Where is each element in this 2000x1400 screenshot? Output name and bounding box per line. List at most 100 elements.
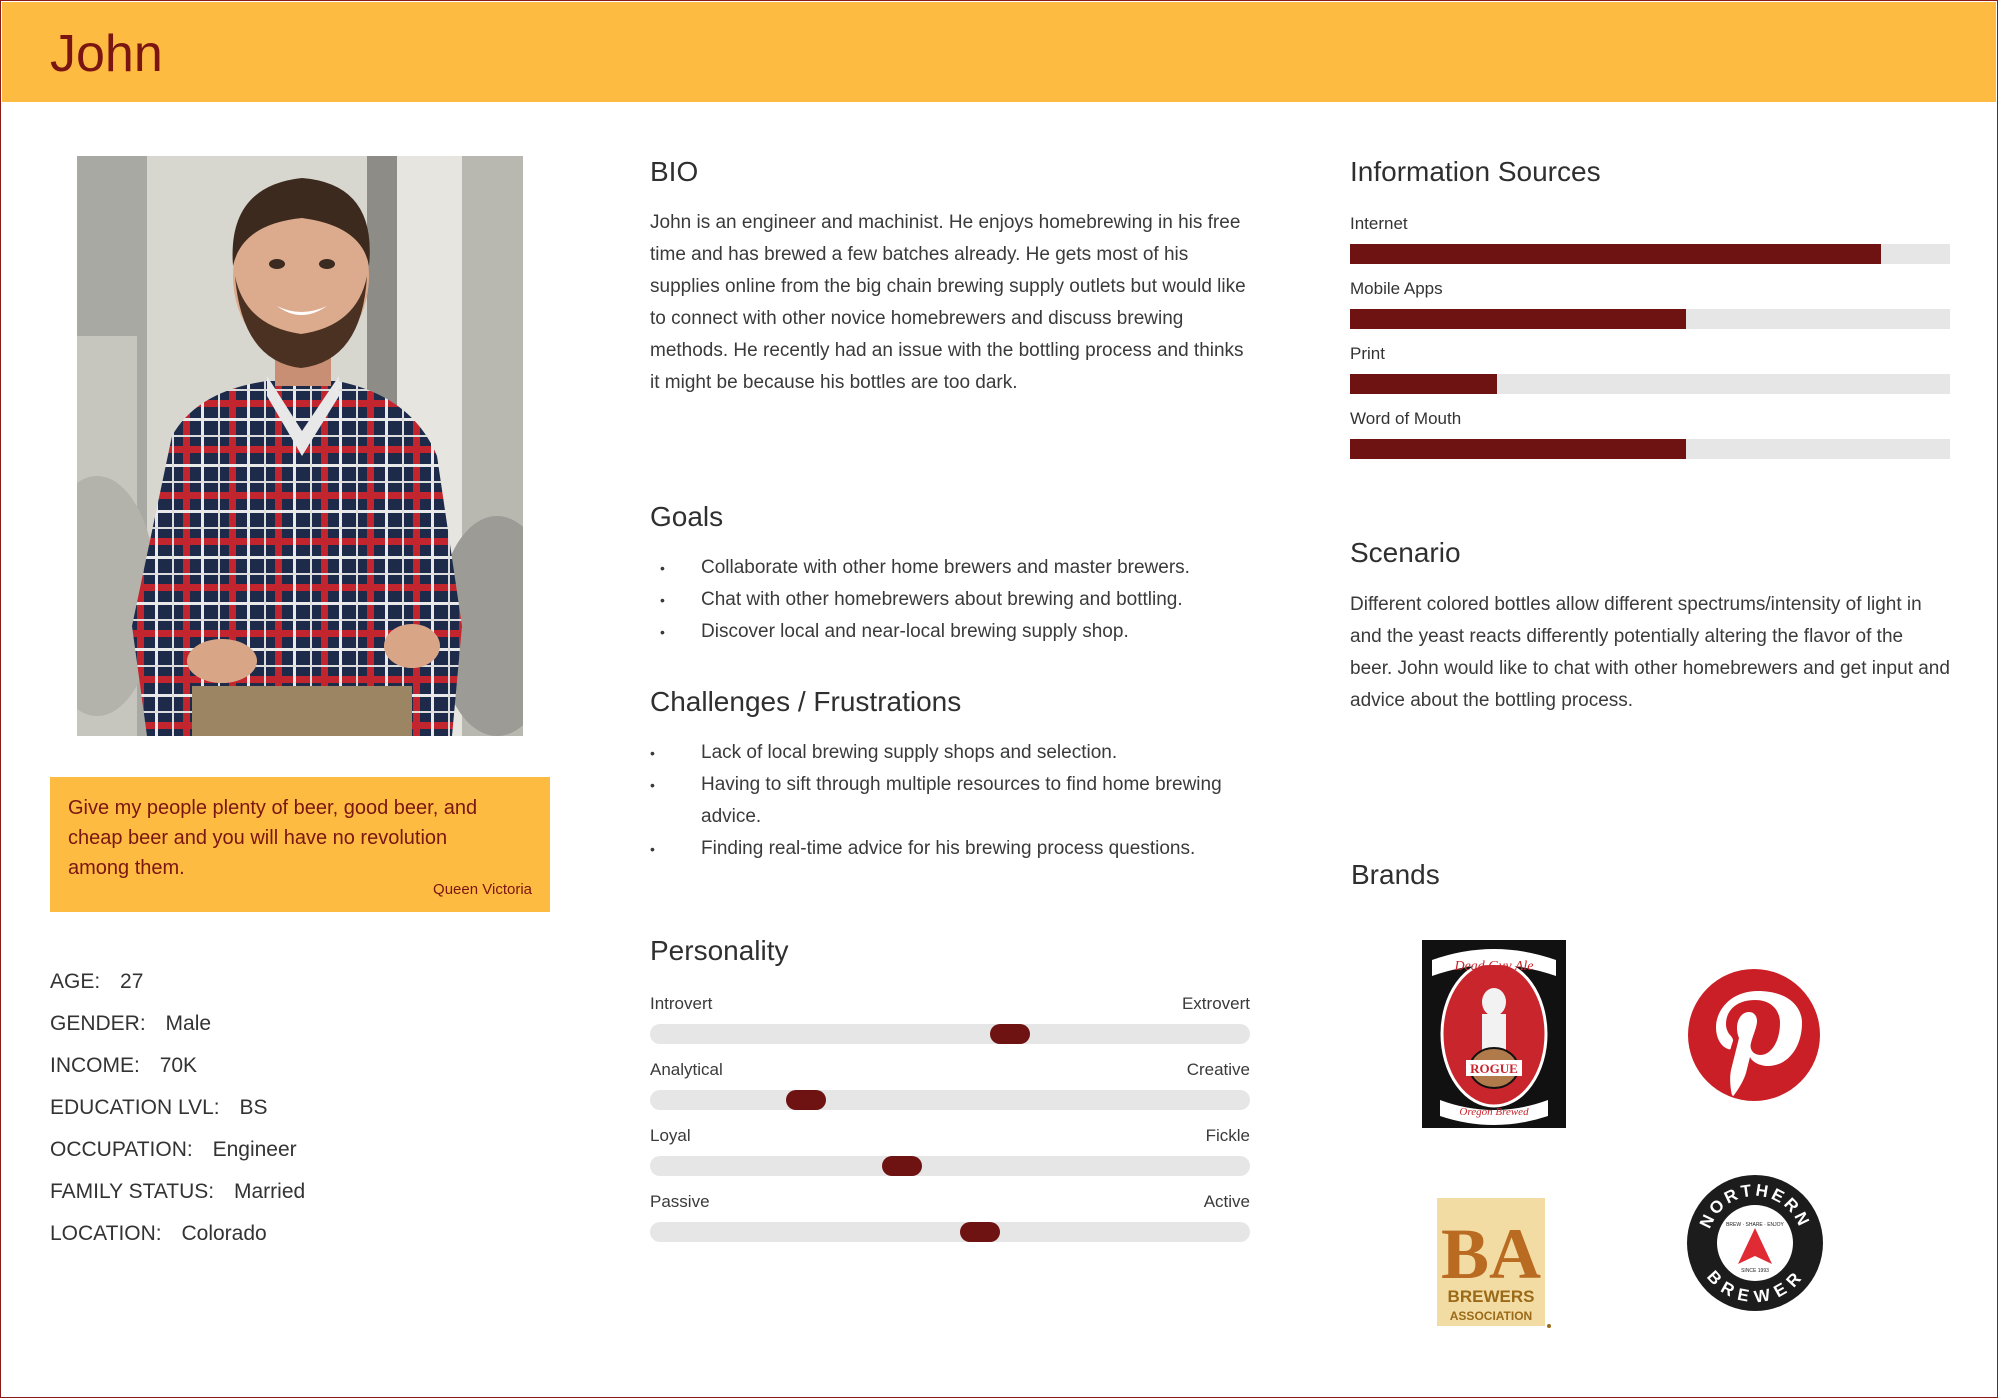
brewers-association-icon: BA BREWERS ASSOCIATION	[1437, 1198, 1551, 1328]
slider-right-label: Active	[1203, 1192, 1250, 1211]
info-source-label: Print	[1350, 344, 1385, 363]
slider-track	[650, 1024, 1250, 1044]
bullet-icon: •	[650, 841, 655, 857]
challenge-text: Lack of local brewing supply shops and s…	[701, 742, 1118, 763]
information-sources-title: Information Sources	[1350, 156, 1601, 187]
slider-left-label: Loyal	[650, 1126, 691, 1145]
info-source-track	[1350, 374, 1950, 394]
demographic-label: LOCATION:	[50, 1222, 162, 1245]
header-bar: John	[2, 2, 1996, 102]
info-source-bar	[1350, 244, 1881, 264]
rogue-logo: Dead Guy Ale ROGUE Oregon Brewed	[1422, 940, 1566, 1128]
challenge-text: Finding real-time advice for his brewing…	[701, 838, 1196, 859]
ba-line-2: ASSOCIATION	[1450, 1309, 1532, 1323]
brands-title: Brands	[1351, 859, 1440, 890]
goals-title: Goals	[650, 501, 724, 532]
demographic-income: INCOME: 70K	[50, 1054, 305, 1096]
bullet-icon: •	[660, 624, 665, 640]
bullet-icon: •	[650, 777, 655, 793]
bullet-icon: •	[650, 745, 655, 761]
bio-title: BIO	[650, 156, 699, 187]
info-source-label: Internet	[1350, 214, 1408, 233]
demographic-value: Married	[234, 1180, 306, 1203]
slider-left-label: Passive	[650, 1192, 710, 1211]
bullet-icon: •	[660, 560, 665, 576]
demographic-family-status: FAMILY STATUS: Married	[50, 1180, 305, 1222]
brewers-association-logo: BA BREWERS ASSOCIATION	[1435, 1196, 1555, 1330]
list-item: • Having to sift through multiple resourc…	[650, 769, 1240, 833]
demographic-label: EDUCATION LVL:	[50, 1096, 220, 1119]
slider-knob	[960, 1222, 1000, 1242]
northern-brewer-since: SINCE 1993	[1741, 1268, 1769, 1274]
demographics: AGE: 27 GENDER: Male INCOME: 70K EDUCATI…	[50, 970, 305, 1264]
demographic-value: BS	[239, 1096, 268, 1119]
rogue-bottom-text: Oregon Brewed	[1459, 1106, 1529, 1118]
info-source-bar	[1350, 309, 1686, 329]
goal-text: Chat with other homebrewers about brewin…	[701, 589, 1183, 610]
slider-right-label: Creative	[1186, 1060, 1250, 1079]
slider-track	[650, 1156, 1250, 1176]
bio-text: John is an engineer and machinist. He en…	[650, 212, 1246, 393]
challenges-title: Challenges / Frustrations	[650, 686, 962, 717]
scenario-title: Scenario	[1350, 537, 1461, 568]
info-source-label: Word of Mouth	[1350, 409, 1462, 428]
slider-knob	[786, 1090, 826, 1110]
demographic-value: 70K	[159, 1054, 198, 1077]
persona-name: John	[50, 25, 163, 83]
northern-brewer-logo: NORTHERN BREWER BREW · SHARE · ENJOY SIN…	[1686, 1174, 1824, 1312]
rogue-logo-icon: Dead Guy Ale ROGUE Oregon Brewed	[1422, 940, 1566, 1128]
slider-knob	[882, 1156, 922, 1176]
slider-right-label: Fickle	[1205, 1126, 1250, 1145]
personality-slider-analytical-creative: Analytical Creative	[650, 1060, 1250, 1120]
bullet-icon: •	[660, 592, 665, 608]
goal-text: Collaborate with other home brewers and …	[701, 557, 1190, 578]
info-source-bar	[1350, 374, 1497, 394]
persona-portrait	[77, 156, 523, 736]
personality-title: Personality	[650, 935, 789, 966]
demographic-value: Male	[165, 1012, 212, 1035]
info-source-track	[1350, 309, 1950, 329]
quote-text: Give my people plenty of beer, good beer…	[68, 797, 478, 879]
goals-list: • Collaborate with other home brewers and…	[650, 552, 1270, 648]
demographic-label: OCCUPATION:	[50, 1138, 193, 1161]
demographic-label: INCOME:	[50, 1054, 140, 1077]
list-item: • Chat with other homebrewers about brewi…	[650, 584, 1270, 616]
info-source-track	[1350, 439, 1950, 459]
scenario-text: Different colored bottles allow differen…	[1350, 594, 1950, 711]
demographic-value: Engineer	[212, 1138, 297, 1161]
goal-text: Discover local and near-local brewing su…	[701, 621, 1129, 642]
list-item: • Finding real-time advice for his brewin…	[650, 833, 1240, 865]
slider-knob	[990, 1024, 1030, 1044]
ba-mark: BA	[1441, 1214, 1541, 1294]
quote-author: Queen Victoria	[433, 881, 532, 898]
demographic-age: AGE: 27	[50, 970, 305, 1012]
demographic-value: Colorado	[181, 1222, 267, 1245]
slider-left-label: Analytical	[650, 1060, 723, 1079]
ba-line-1: BREWERS	[1448, 1287, 1535, 1306]
rogue-top-text: Dead Guy Ale	[1453, 959, 1533, 974]
list-item: • Discover local and near-local brewing s…	[650, 616, 1270, 648]
demographic-label: FAMILY STATUS:	[50, 1180, 215, 1203]
demographic-education: EDUCATION LVL: BS	[50, 1096, 305, 1138]
slider-right-label: Extrovert	[1181, 994, 1250, 1013]
pinterest-icon	[1688, 969, 1820, 1101]
list-item: • Lack of local brewing supply shops and …	[650, 737, 1240, 769]
pinterest-logo	[1688, 969, 1820, 1101]
slider-left-label: Introvert	[650, 994, 713, 1013]
northern-brewer-icon: NORTHERN BREWER BREW · SHARE · ENJOY SIN…	[1687, 1175, 1823, 1311]
demographic-gender: GENDER: Male	[50, 1012, 305, 1054]
personality-slider-passive-active: Passive Active	[650, 1192, 1250, 1252]
demographic-label: AGE:	[50, 970, 101, 993]
info-source-label: Mobile Apps	[1350, 279, 1443, 298]
info-source-track	[1350, 244, 1950, 264]
slider-track	[650, 1222, 1250, 1242]
slider-track	[650, 1090, 1250, 1110]
demographic-location: LOCATION: Colorado	[50, 1222, 305, 1264]
persona-photo	[77, 156, 523, 736]
info-source-bar	[1350, 439, 1686, 459]
list-item: • Collaborate with other home brewers and…	[650, 552, 1270, 584]
quote-box: Give my people plenty of beer, good beer…	[50, 777, 550, 912]
rogue-name: ROGUE	[1470, 1061, 1518, 1076]
challenges-list: • Lack of local brewing supply shops and …	[650, 737, 1240, 865]
personality-slider-introvert-extrovert: Introvert Extrovert	[650, 994, 1250, 1054]
